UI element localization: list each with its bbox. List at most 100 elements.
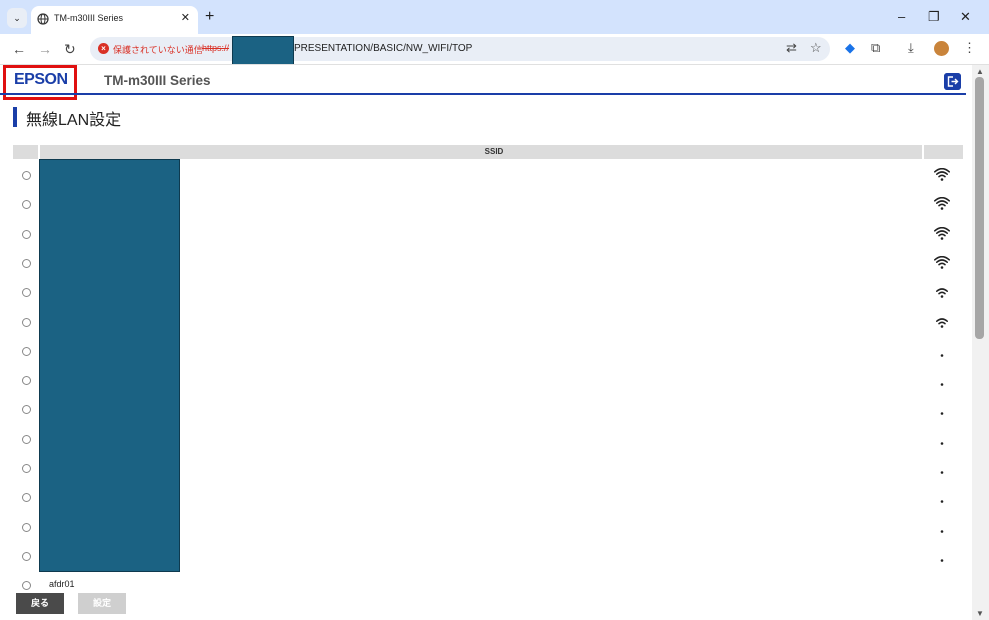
scroll-up-icon[interactable]: ▲ bbox=[976, 67, 984, 76]
address-bar[interactable]: × 保護されていない通信 https:// PRESENTATION/BASIC… bbox=[90, 36, 830, 66]
network-row[interactable]: afdr01 bbox=[13, 575, 963, 604]
extension-drop-icon[interactable]: ◆ bbox=[845, 40, 855, 56]
network-radio[interactable] bbox=[22, 288, 31, 298]
restore-button[interactable]: ❐ bbox=[928, 9, 940, 25]
wifi-signal-icon bbox=[934, 197, 950, 211]
wifi-dot bbox=[940, 500, 944, 504]
wifi-dot bbox=[940, 324, 944, 328]
wifi-arc bbox=[936, 171, 948, 175]
wifi-signal-icon bbox=[940, 353, 944, 357]
column-header-ssid: SSID bbox=[484, 147, 504, 156]
url-scheme: https:// bbox=[202, 43, 230, 53]
warning-icon: × bbox=[98, 43, 109, 54]
network-radio[interactable] bbox=[22, 551, 31, 561]
network-radio[interactable] bbox=[22, 229, 31, 239]
insecure-connection-label[interactable]: 保護されていない通信 bbox=[113, 43, 203, 56]
wifi-dot bbox=[940, 236, 944, 240]
wifi-signal-icon bbox=[936, 288, 948, 298]
title-accent-bar bbox=[13, 107, 17, 127]
back-arrow-icon[interactable]: ← bbox=[12, 41, 26, 57]
wifi-signal-icon bbox=[936, 317, 948, 328]
network-radio[interactable] bbox=[22, 346, 31, 356]
redacted-ssid-block bbox=[39, 159, 180, 572]
redacted-host bbox=[232, 36, 294, 66]
wifi-arc bbox=[936, 317, 948, 322]
reload-icon[interactable]: ↻ bbox=[64, 41, 76, 57]
wifi-arc bbox=[936, 229, 948, 234]
new-tab-button[interactable]: + bbox=[205, 8, 214, 26]
wifi-arc bbox=[938, 233, 946, 236]
wifi-dot bbox=[940, 178, 944, 181]
forward-arrow-icon[interactable]: → bbox=[38, 41, 52, 57]
wifi-signal-icon bbox=[940, 500, 944, 504]
network-radio[interactable] bbox=[22, 258, 31, 268]
wifi-signal-icon bbox=[940, 471, 944, 474]
ssid-label: afdr01 bbox=[49, 579, 75, 590]
network-radio[interactable] bbox=[22, 200, 31, 210]
close-tab-icon[interactable]: ✕ bbox=[181, 11, 190, 24]
wifi-dot bbox=[940, 266, 944, 269]
back-button[interactable]: 戻る bbox=[16, 593, 64, 614]
product-name: TM-m30III Series bbox=[104, 73, 211, 88]
tab-title: TM-m30III Series bbox=[54, 13, 124, 23]
page-title: 無線LAN設定 bbox=[26, 112, 122, 129]
wifi-signal-icon bbox=[934, 255, 950, 269]
url-path: PRESENTATION/BASIC/NW_WIFI/TOP bbox=[294, 43, 473, 54]
set-button[interactable]: 設定 bbox=[78, 593, 126, 614]
browser-toolbar: ← → ↻ × 保護されていない通信 https:// PRESENTATION… bbox=[0, 34, 989, 66]
translate-icon[interactable]: ⇄ bbox=[786, 40, 797, 56]
epson-logo: EPSON bbox=[14, 71, 68, 88]
network-radio[interactable] bbox=[22, 581, 31, 591]
wifi-signal-icon bbox=[940, 559, 944, 562]
logout-icon[interactable] bbox=[944, 73, 961, 90]
wifi-dot bbox=[940, 383, 944, 386]
menu-dots-icon[interactable]: ⋮ bbox=[963, 40, 976, 56]
wifi-arc bbox=[936, 288, 948, 293]
network-radio[interactable] bbox=[22, 434, 31, 444]
wifi-dot bbox=[940, 207, 944, 211]
active-tab[interactable]: TM-m30III Series ✕ bbox=[31, 6, 198, 34]
wifi-signal-icon bbox=[940, 529, 944, 533]
wifi-arc bbox=[938, 321, 946, 324]
bookmark-star-icon[interactable]: ☆ bbox=[810, 40, 822, 56]
wifi-signal-icon bbox=[940, 412, 944, 416]
wifi-signal-icon bbox=[934, 226, 950, 240]
network-radio[interactable] bbox=[22, 376, 31, 386]
network-radio[interactable] bbox=[22, 464, 31, 473]
chevron-down-icon: ⌄ bbox=[13, 12, 21, 23]
wifi-arc bbox=[938, 291, 946, 295]
network-radio[interactable] bbox=[22, 171, 31, 180]
network-radio[interactable] bbox=[22, 405, 31, 415]
network-radio[interactable] bbox=[22, 493, 31, 503]
network-radio[interactable] bbox=[22, 522, 31, 532]
wifi-arc bbox=[936, 200, 948, 205]
wifi-dot bbox=[940, 412, 944, 416]
download-icon[interactable]: ⤓ bbox=[908, 40, 914, 56]
page-content: EPSON TM-m30III Series 無線LAN設定 SSID afdr… bbox=[0, 65, 972, 620]
globe-icon bbox=[37, 13, 49, 25]
wifi-arc bbox=[938, 203, 946, 207]
wifi-arc bbox=[936, 259, 948, 263]
wifi-dot bbox=[940, 559, 944, 562]
extensions-puzzle-icon[interactable]: ⧉ bbox=[871, 40, 880, 56]
table-header: SSID bbox=[13, 145, 963, 159]
tab-search-button[interactable]: ⌄ bbox=[7, 8, 27, 28]
scroll-thumb[interactable] bbox=[975, 77, 984, 339]
wifi-dot bbox=[940, 295, 944, 298]
network-radio[interactable] bbox=[22, 317, 31, 327]
header-divider bbox=[0, 93, 966, 95]
wifi-signal-icon bbox=[940, 441, 944, 445]
wifi-dot bbox=[940, 471, 944, 474]
tab-bar: ⌄ TM-m30III Series ✕ + – ❐ ✕ bbox=[0, 0, 989, 34]
wifi-dot bbox=[940, 441, 944, 445]
wifi-signal-icon bbox=[940, 383, 944, 386]
wifi-dot bbox=[940, 353, 944, 357]
page-scrollbar[interactable]: ▲ ▼ bbox=[972, 65, 989, 620]
scroll-down-icon[interactable]: ▼ bbox=[976, 609, 984, 618]
profile-avatar[interactable] bbox=[934, 41, 949, 56]
wifi-arc bbox=[938, 174, 946, 178]
header-separator bbox=[38, 145, 40, 159]
wifi-arc bbox=[938, 262, 946, 266]
minimize-button[interactable]: – bbox=[898, 9, 905, 25]
close-window-button[interactable]: ✕ bbox=[960, 9, 971, 25]
